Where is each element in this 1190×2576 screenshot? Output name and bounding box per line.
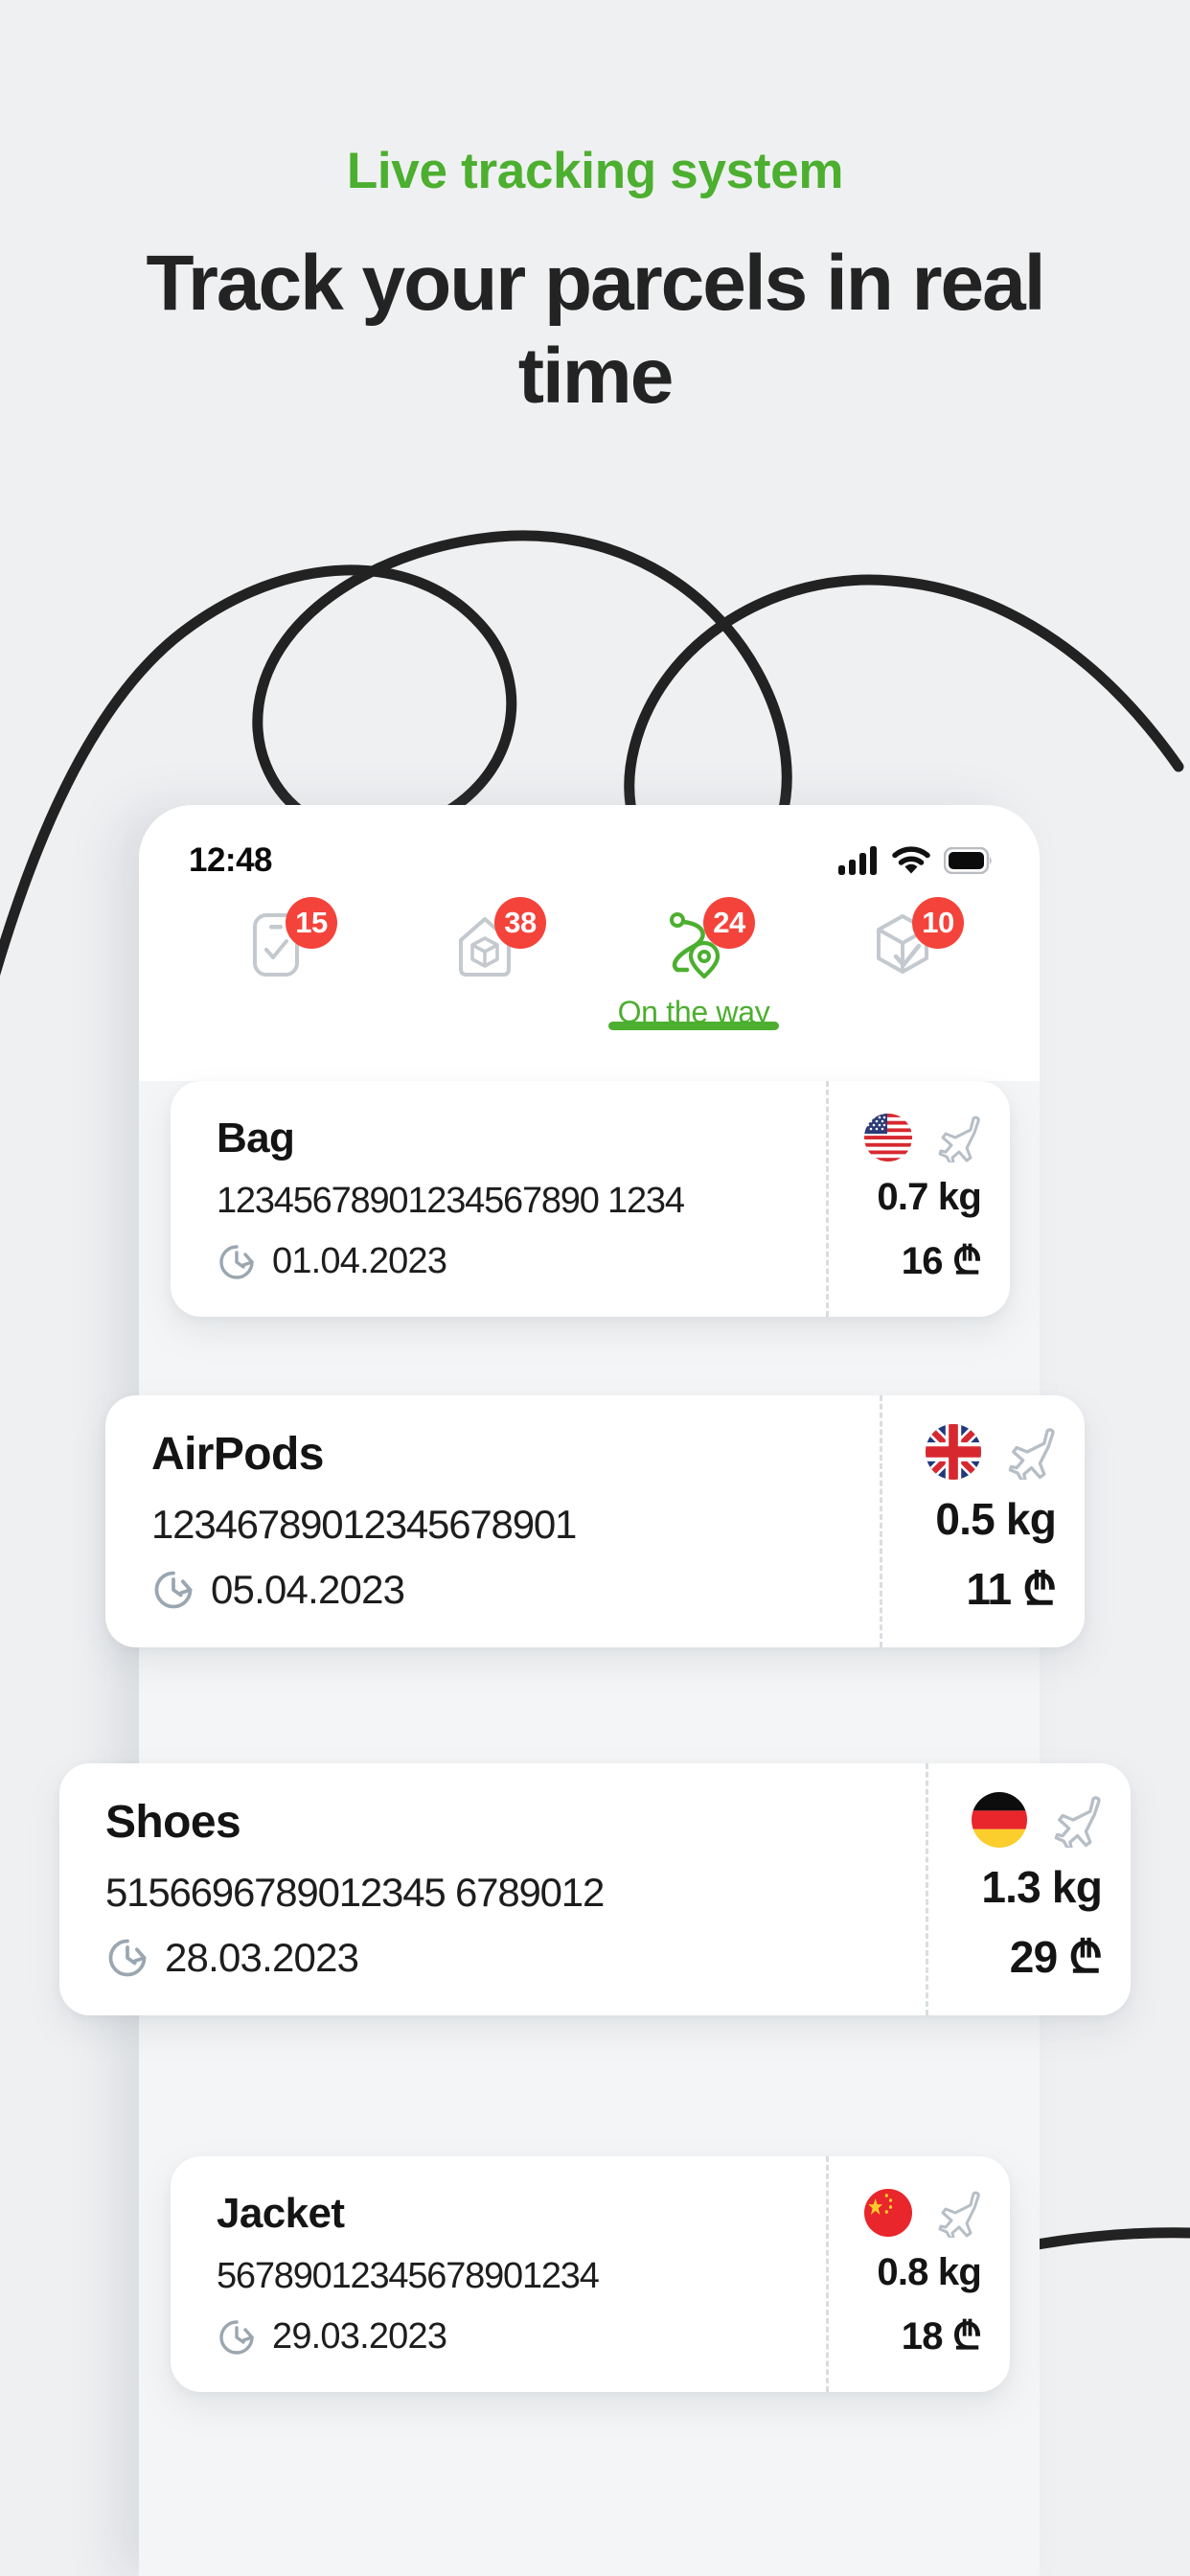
list-item[interactable]: Shoes 5156696789012345 6789012 28.03.202… (59, 1763, 1131, 2015)
parcel-date-row: 05.04.2023 (151, 1567, 870, 1613)
flag-cn-icon (864, 2189, 912, 2238)
list-item[interactable]: Bag 12345678901234567890 1234 01.04.2023 (171, 1081, 1010, 1318)
tab-badge: 24 (703, 897, 755, 949)
parcel-price: 18 ₾ (901, 2315, 982, 2358)
tab-on-the-way[interactable]: 24 On the way (595, 897, 792, 1030)
clock-history-icon (154, 1571, 193, 1609)
tab-icon-wrap: 15 (240, 897, 337, 981)
active-tab-underline (608, 1022, 779, 1030)
tab-awaiting[interactable]: 15 (177, 897, 375, 995)
parcel-origin-row (864, 2188, 981, 2239)
flag-gb-icon (926, 1424, 981, 1481)
parcel-tracking-number: 12345678901234567890 1234 (217, 1181, 685, 1222)
flag-de-icon (972, 1792, 1027, 1849)
page-title: Track your parcels in real time (146, 240, 1045, 421)
tab-icon-wrap: 10 (866, 897, 964, 981)
clock-history-icon (108, 1939, 147, 1977)
parcel-weight: 0.8 kg (877, 2251, 981, 2294)
status-icons (838, 846, 994, 875)
airplane-icon (938, 1116, 980, 1163)
tab-bar[interactable]: 15 38 24 On the way 10 (139, 887, 1040, 1075)
battery-icon (944, 847, 992, 874)
flag-us-icon (864, 1114, 912, 1162)
promo-header: Live tracking system Track your parcels … (0, 0, 1190, 424)
parcel-tracking-number: 5156696789012345 6789012 (105, 1869, 605, 1915)
parcel-tracking-number: 12346789012345678901 (151, 1501, 577, 1547)
parcel-date-row: 01.04.2023 (217, 1241, 816, 1282)
parcel-date-row: 29.03.2023 (217, 2316, 816, 2358)
parcel-weight: 1.3 kg (981, 1862, 1102, 1913)
list-item[interactable]: AirPods 12346789012345678901 05.04.2023 (105, 1395, 1085, 1647)
eyebrow-text: Live tracking system (346, 143, 844, 199)
parcel-meta: 0.8 kg 18 ₾ (826, 2156, 1010, 2393)
tab-icon-wrap: 38 (448, 897, 546, 981)
parcel-date: 29.03.2023 (272, 2316, 447, 2358)
tab-warehouse[interactable]: 38 (386, 897, 584, 995)
phone-top-section: 12:48 15 38 24 On the way 10 (139, 805, 1040, 1081)
parcel-info: Shoes 5156696789012345 6789012 28.03.202… (59, 1763, 926, 2015)
airplane-icon (1008, 1428, 1055, 1481)
tab-icon-wrap: 24 (657, 897, 755, 981)
parcel-date: 05.04.2023 (211, 1566, 405, 1612)
parcel-meta: 0.7 kg 16 ₾ (826, 1081, 1010, 1318)
status-time: 12:48 (189, 841, 273, 879)
parcel-title: Bag (217, 1115, 295, 1162)
tab-delivered[interactable]: 10 (804, 897, 1001, 995)
parcel-price: 11 ₾ (966, 1564, 1056, 1615)
parcel-info: AirPods 12346789012345678901 05.04.2023 (105, 1395, 880, 1647)
airplane-icon (938, 2191, 980, 2239)
parcel-title: Jacket (217, 2190, 345, 2237)
parcel-date: 01.04.2023 (272, 1241, 447, 1282)
clock-history-icon (219, 1245, 254, 1279)
parcel-price: 16 ₾ (901, 1240, 982, 1283)
cellular-signal-icon (838, 846, 877, 875)
parcel-origin-row (926, 1424, 1056, 1481)
parcel-price: 29 ₾ (1009, 1932, 1103, 1983)
parcel-weight: 0.7 kg (877, 1176, 981, 1219)
parcel-info: Jacket 56789012345678901234 29.03.2023 (171, 2156, 826, 2392)
clock-history-icon (219, 2320, 254, 2355)
parcel-tracking-number: 56789012345678901234 (217, 2256, 600, 2297)
tab-badge: 38 (494, 897, 546, 949)
parcel-date-row: 28.03.2023 (105, 1935, 916, 1981)
parcel-info: Bag 12345678901234567890 1234 01.04.2023 (171, 1081, 826, 1317)
tab-badge: 15 (286, 897, 337, 949)
parcel-origin-row (864, 1113, 981, 1163)
parcel-meta: 1.3 kg 29 ₾ (926, 1763, 1131, 2015)
parcel-meta: 0.5 kg 11 ₾ (880, 1395, 1085, 1647)
parcel-origin-row (972, 1792, 1102, 1849)
tab-badge: 10 (912, 897, 964, 949)
parcel-date: 28.03.2023 (165, 1934, 359, 1980)
wifi-icon (892, 846, 930, 874)
status-bar: 12:48 (139, 834, 1040, 887)
parcel-title: Shoes (105, 1797, 241, 1848)
airplane-icon (1054, 1796, 1101, 1849)
list-item[interactable]: Jacket 56789012345678901234 29.03.2023 0… (171, 2156, 1010, 2393)
parcel-title: AirPods (151, 1429, 324, 1480)
parcel-weight: 0.5 kg (935, 1494, 1056, 1545)
